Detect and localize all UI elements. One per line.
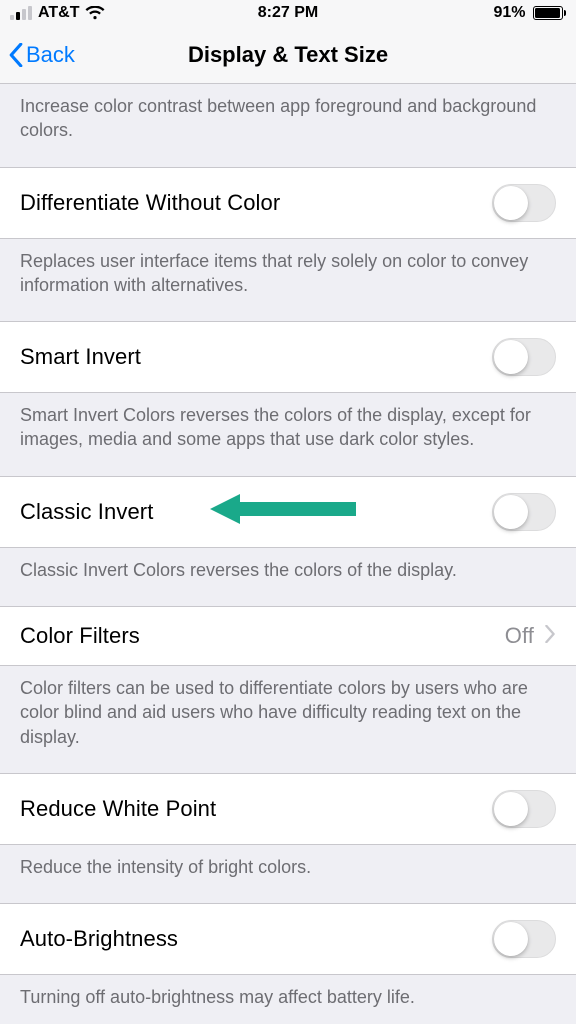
settings-list: Increase color contrast between app fore… bbox=[0, 84, 576, 1024]
row-label: Auto-Brightness bbox=[20, 926, 178, 952]
differentiate-without-color-row[interactable]: Differentiate Without Color bbox=[0, 167, 576, 239]
row-label: Differentiate Without Color bbox=[20, 190, 280, 216]
contrast-footer: Increase color contrast between app fore… bbox=[0, 84, 576, 167]
differentiate-without-color-footer: Replaces user interface items that rely … bbox=[0, 239, 576, 322]
row-label: Reduce White Point bbox=[20, 796, 216, 822]
color-filters-row[interactable]: Color Filters Off bbox=[0, 606, 576, 666]
back-button[interactable]: Back bbox=[8, 42, 75, 68]
status-left: AT&T bbox=[10, 4, 105, 22]
row-label: Smart Invert bbox=[20, 344, 141, 370]
reduce-white-point-footer: Reduce the intensity of bright colors. bbox=[0, 845, 576, 903]
row-label: Color Filters bbox=[20, 623, 140, 649]
color-filters-value: Off bbox=[505, 623, 534, 649]
carrier-label: AT&T bbox=[38, 4, 79, 22]
smart-invert-toggle[interactable] bbox=[492, 338, 556, 376]
battery-percent: 91% bbox=[493, 4, 525, 22]
classic-invert-footer: Classic Invert Colors reverses the color… bbox=[0, 548, 576, 606]
row-label: Classic Invert bbox=[20, 499, 153, 525]
wifi-icon bbox=[85, 6, 105, 20]
clock: 8:27 PM bbox=[258, 4, 318, 22]
page-title: Display & Text Size bbox=[188, 42, 388, 68]
status-right: 91% bbox=[493, 4, 566, 22]
back-label: Back bbox=[26, 42, 75, 68]
status-bar: AT&T 8:27 PM 91% bbox=[0, 0, 576, 26]
classic-invert-toggle[interactable] bbox=[492, 493, 556, 531]
chevron-right-icon bbox=[544, 623, 556, 649]
auto-brightness-toggle[interactable] bbox=[492, 920, 556, 958]
reduce-white-point-toggle[interactable] bbox=[492, 790, 556, 828]
chevron-left-icon bbox=[8, 43, 24, 67]
auto-brightness-footer: Turning off auto-brightness may affect b… bbox=[0, 975, 576, 1024]
cellular-signal-icon bbox=[10, 6, 32, 20]
differentiate-without-color-toggle[interactable] bbox=[492, 184, 556, 222]
nav-bar: Back Display & Text Size bbox=[0, 26, 576, 84]
smart-invert-row[interactable]: Smart Invert bbox=[0, 321, 576, 393]
arrow-annotation-icon bbox=[206, 491, 356, 533]
reduce-white-point-row[interactable]: Reduce White Point bbox=[0, 773, 576, 845]
auto-brightness-row[interactable]: Auto-Brightness bbox=[0, 903, 576, 975]
color-filters-footer: Color filters can be used to differentia… bbox=[0, 666, 576, 773]
classic-invert-row[interactable]: Classic Invert bbox=[0, 476, 576, 548]
battery-icon bbox=[530, 6, 567, 20]
smart-invert-footer: Smart Invert Colors reverses the colors … bbox=[0, 393, 576, 476]
